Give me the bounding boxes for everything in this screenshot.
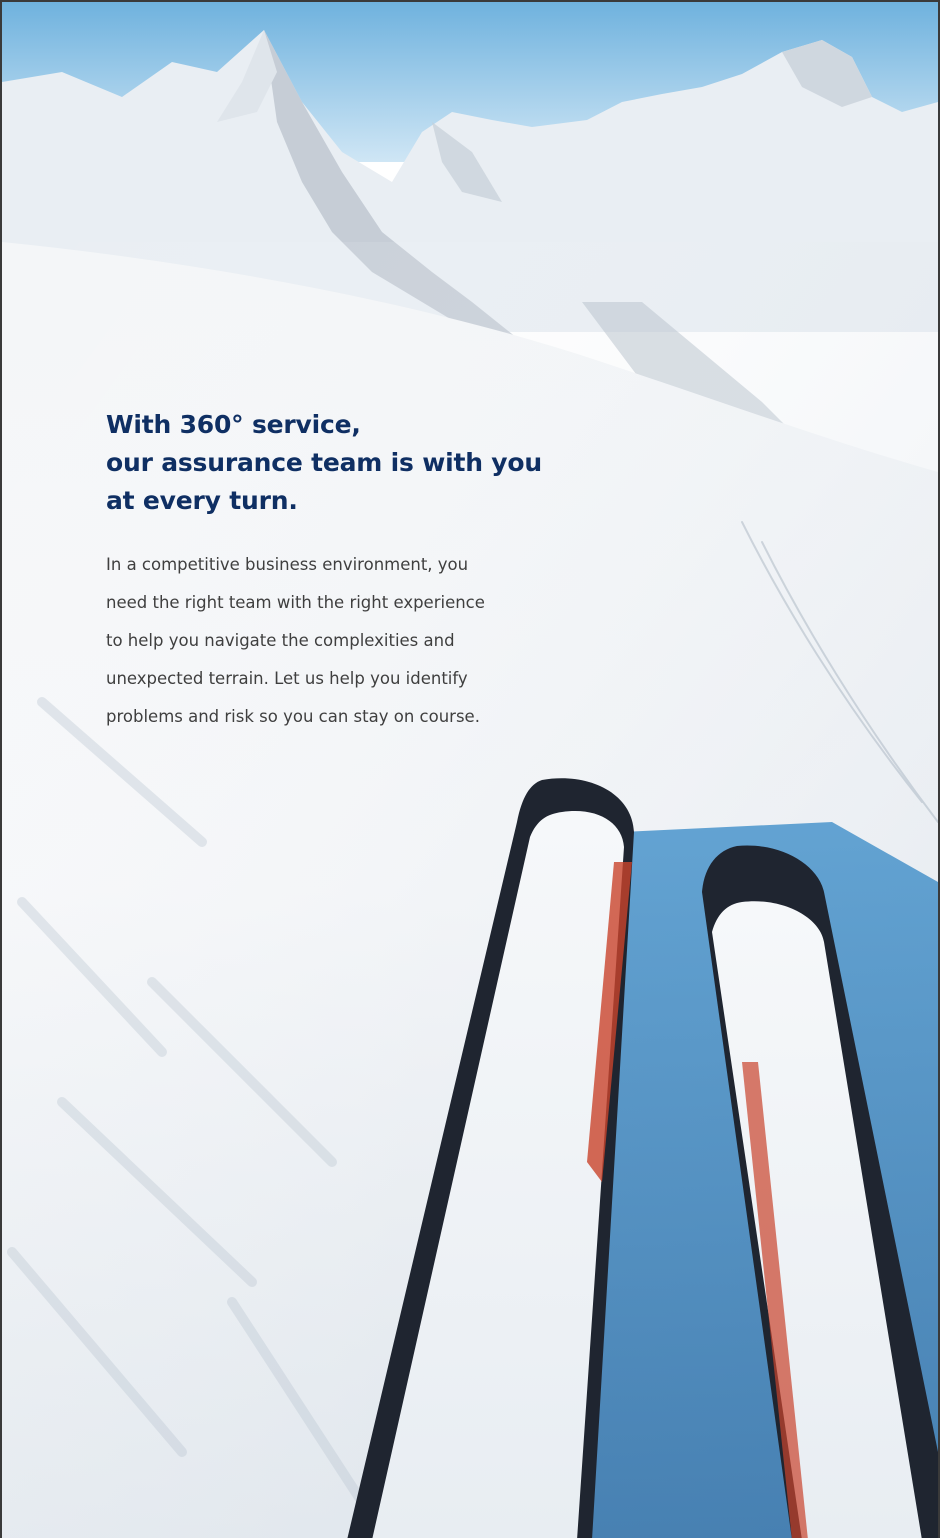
headline-line-2: our assurance team is with you — [106, 448, 542, 477]
body-line-5: problems and risk so you can stay on cou… — [106, 707, 480, 726]
headline-line-1: With 360° service, — [106, 410, 361, 439]
body-line-1: In a competitive business environment, y… — [106, 555, 469, 574]
body-paragraph: In a competitive business environment, y… — [106, 546, 576, 736]
headline-line-3: at every turn. — [106, 486, 298, 515]
ad-copy: With 360° service, our assurance team is… — [106, 406, 576, 736]
body-line-3: to help you navigate the complexities an… — [106, 631, 455, 650]
ski-slope-photo — [2, 2, 938, 1538]
body-line-2: need the right team with the right exper… — [106, 593, 485, 612]
body-line-4: unexpected terrain. Let us help you iden… — [106, 669, 468, 688]
ad-page: With 360° service, our assurance team is… — [0, 0, 940, 1538]
headline: With 360° service, our assurance team is… — [106, 406, 576, 520]
